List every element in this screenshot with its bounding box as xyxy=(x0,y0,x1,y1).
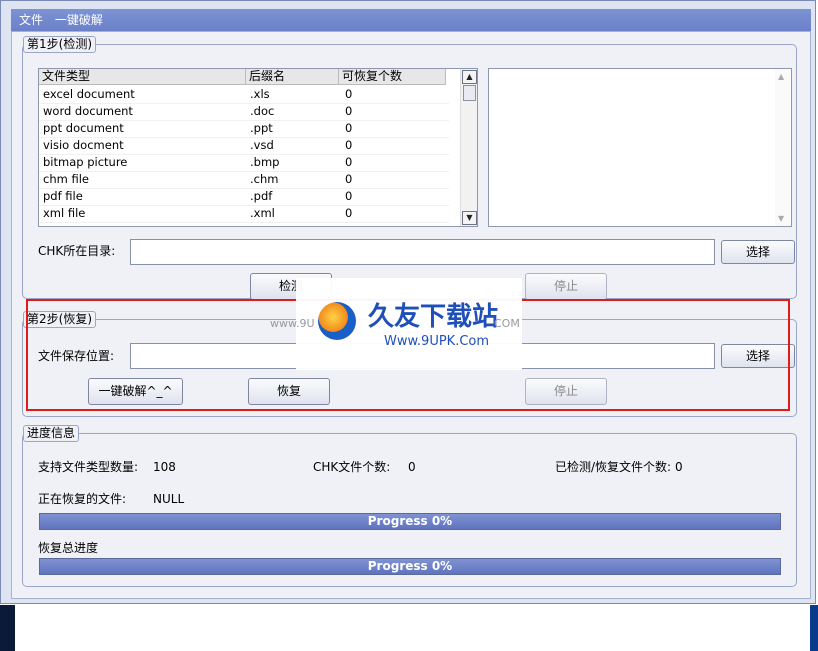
menu-file[interactable]: 文件 xyxy=(19,9,43,31)
cell-ext: .vsd xyxy=(250,138,274,152)
cell-ext: .ppt xyxy=(250,121,273,135)
progress-legend: 进度信息 xyxy=(23,425,80,442)
cell-ext: .doc xyxy=(250,104,275,118)
cell-ext: .pdf xyxy=(250,189,273,203)
cell-type: chm file xyxy=(43,172,89,186)
current-file-label: 正在恢复的文件: xyxy=(38,492,127,506)
table-scrollbar[interactable]: ▲ ▼ xyxy=(460,69,477,226)
cell-ext: .chm xyxy=(250,172,279,186)
cell-type: ppt document xyxy=(43,121,124,135)
table-row[interactable]: ppt document .ppt 0 xyxy=(39,120,449,138)
cell-count: 0 xyxy=(345,206,353,220)
detected-count-value: 0 xyxy=(675,460,683,474)
current-file-value: NULL xyxy=(153,492,185,506)
table-row[interactable]: pdf file .pdf 0 xyxy=(39,188,449,206)
cell-count: 0 xyxy=(345,121,353,135)
total-progress-label: 恢复总进度 xyxy=(38,541,99,555)
cell-count: 0 xyxy=(345,189,353,203)
cell-type: word document xyxy=(43,104,133,118)
scroll-up-icon[interactable]: ▲ xyxy=(462,70,477,84)
menubar: 文件 一键破解 xyxy=(11,9,811,31)
table-row[interactable]: visio docment .vsd 0 xyxy=(39,137,449,155)
file-progress-bar: Progress 0% xyxy=(39,513,781,530)
cell-count: 0 xyxy=(345,87,353,101)
scroll-down-icon[interactable]: ▼ xyxy=(462,211,477,225)
cell-count: 0 xyxy=(345,104,353,118)
file-type-table[interactable]: 文件类型 后缀名 可恢复个数 excel document .xls 0 word d… xyxy=(38,68,478,227)
cell-type: excel document xyxy=(43,87,135,101)
table-row[interactable]: excel document .xls 0 xyxy=(39,86,449,104)
cell-ext: .xls xyxy=(250,87,270,101)
watermark-left-text: www.9U xyxy=(270,317,315,330)
watermark-right-text: COM xyxy=(494,317,520,330)
log-panel[interactable]: ▲ ▼ xyxy=(488,68,792,227)
chk-count-value: 0 xyxy=(408,460,416,474)
watermark-logo-icon xyxy=(318,302,356,340)
cell-type: pdf file xyxy=(43,189,83,203)
desktop-edge-left xyxy=(0,605,15,651)
progress-group: 进度信息 支持文件类型数量: 108 CHK文件个数: 0 已检测/恢复文件个数… xyxy=(22,425,797,587)
log-scrollbar[interactable]: ▲ ▼ xyxy=(775,69,791,226)
detected-count-label: 已检测/恢复文件个数: xyxy=(555,460,672,474)
step1-stop-button[interactable]: 停止 xyxy=(525,273,607,300)
watermark-title: 久友下载站 xyxy=(368,302,499,332)
cell-ext: .bmp xyxy=(250,155,280,169)
cell-count: 0 xyxy=(345,138,353,152)
cell-count: 0 xyxy=(345,172,353,186)
table-row[interactable]: bitmap picture .bmp 0 xyxy=(39,154,449,172)
cell-count: 0 xyxy=(345,155,353,169)
menu-oneclick[interactable]: 一键破解 xyxy=(55,9,103,31)
column-header-type[interactable]: 文件类型 xyxy=(39,69,246,85)
step1-group: 第1步(检测) 文件类型 后缀名 可恢复个数 excel document .xl… xyxy=(22,36,797,300)
watermark: 久友下载站 Www.9UPK.Com www.9U COM xyxy=(270,278,522,370)
supported-types-value: 108 xyxy=(153,460,176,474)
column-header-count[interactable]: 可恢复个数 xyxy=(339,69,446,85)
chk-dir-select-button[interactable]: 选择 xyxy=(721,240,795,264)
chk-dir-label: CHK所在目录: xyxy=(38,244,116,258)
chk-dir-input[interactable] xyxy=(130,239,715,265)
step1-legend: 第1步(检测) xyxy=(23,36,96,53)
cell-type: bitmap picture xyxy=(43,155,128,169)
desktop-edge-right xyxy=(810,605,818,651)
total-progress-bar: Progress 0% xyxy=(39,558,781,575)
scroll-thumb[interactable] xyxy=(463,85,476,101)
cell-type: xml file xyxy=(43,206,86,220)
supported-types-label: 支持文件类型数量: xyxy=(38,460,139,474)
log-scroll-down-icon[interactable]: ▼ xyxy=(778,214,784,223)
table-row[interactable]: chm file .chm 0 xyxy=(39,171,449,189)
chk-count-label: CHK文件个数: xyxy=(313,460,391,474)
cell-ext: .xml xyxy=(250,206,275,220)
table-row[interactable]: word document .doc 0 xyxy=(39,103,449,121)
watermark-url: Www.9UPK.Com xyxy=(384,334,490,349)
column-header-ext[interactable]: 后缀名 xyxy=(246,69,339,85)
cell-type: visio docment xyxy=(43,138,124,152)
log-scroll-up-icon[interactable]: ▲ xyxy=(778,72,784,81)
table-row[interactable]: xml file .xml 0 xyxy=(39,205,449,223)
